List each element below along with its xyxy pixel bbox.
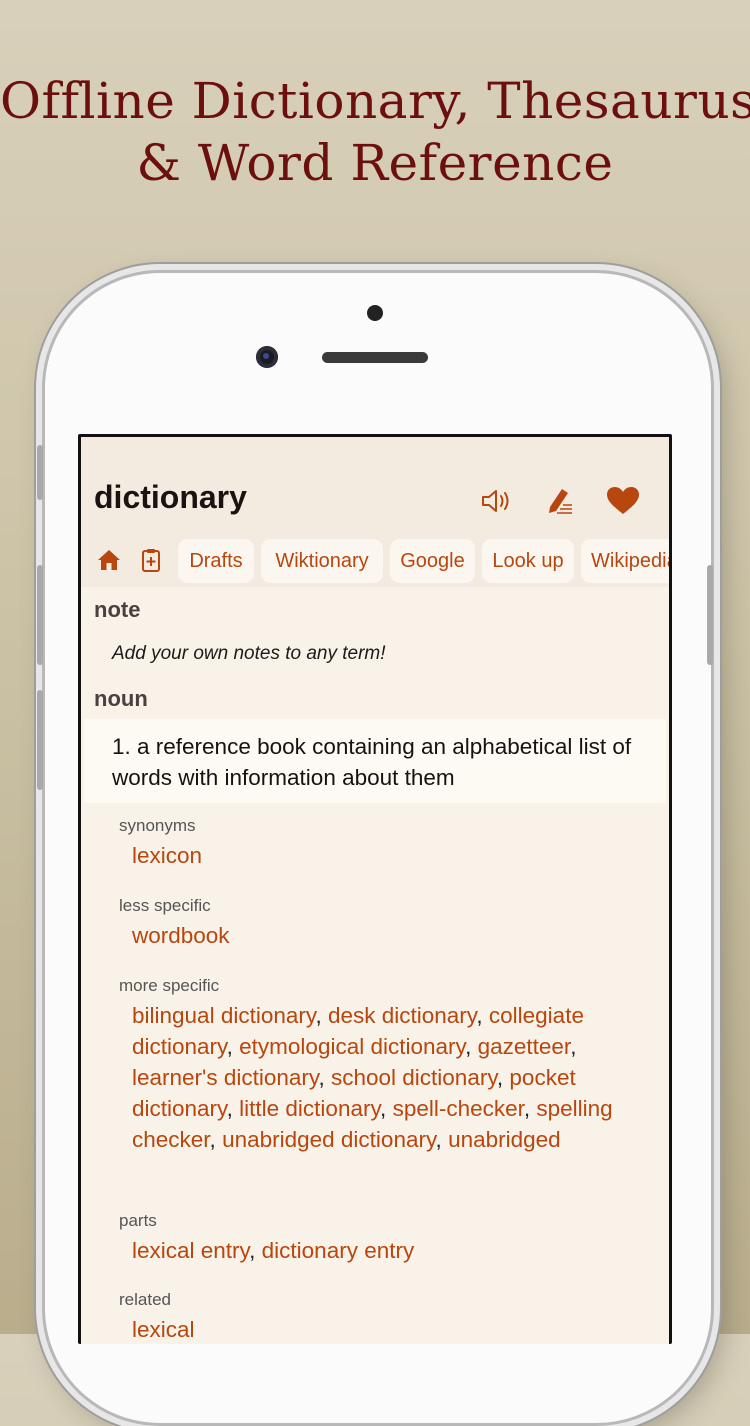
relation-label-parts: parts (119, 1211, 157, 1230)
front-camera (256, 346, 278, 368)
related-word[interactable]: school dictionary (331, 1065, 497, 1090)
home-icon[interactable] (96, 547, 122, 573)
headline-line-2: & Word Reference (136, 134, 614, 192)
proximity-sensor (367, 305, 383, 321)
related-word[interactable]: bilingual dictionary (132, 1003, 315, 1028)
relation-words-related: lexical (132, 1314, 632, 1344)
related-word[interactable]: unabridged dictionary (222, 1127, 435, 1152)
word-title: dictionary (94, 479, 247, 515)
related-word[interactable]: lexical entry (132, 1238, 249, 1263)
related-word[interactable]: lexical (132, 1317, 195, 1342)
relation-label-more-specific: more specific (119, 976, 220, 995)
related-word[interactable]: learner's dictionary (132, 1065, 318, 1090)
related-word[interactable]: gazetteer (478, 1034, 571, 1059)
related-word[interactable]: wordbook (132, 923, 230, 948)
app-view: dictionary Drafts Wiktionary Google Look… (81, 437, 669, 1344)
tab-wiktionary[interactable]: Wiktionary (261, 539, 383, 583)
related-word[interactable]: dictionary entry (262, 1238, 415, 1263)
earpiece-speaker (322, 352, 428, 363)
relation-words-synonyms: lexicon (132, 840, 632, 871)
related-word[interactable]: little dictionary (239, 1096, 380, 1121)
phone-volume-up (37, 565, 43, 665)
relation-words-more-specific: bilingual dictionary, desk dictionary, c… (132, 1003, 613, 1152)
relation-words-parts: lexical entry, dictionary entry (132, 1238, 415, 1263)
relation-label-related: related (119, 1290, 171, 1309)
phone-screen: dictionary Drafts Wiktionary Google Look… (78, 434, 672, 1344)
relation-label-synonyms: synonyms (119, 816, 196, 835)
tab-wikipedia[interactable]: Wikipedia (581, 539, 669, 583)
related-word[interactable]: lexicon (132, 843, 202, 868)
tab-google[interactable]: Google (390, 539, 475, 583)
relation-label-less-specific: less specific (119, 896, 211, 915)
note-heading: note (94, 597, 141, 622)
part-of-speech: noun (94, 686, 148, 711)
headline-line-1: Offline Dictionary, Thesaurus (0, 72, 750, 130)
edit-pencil-icon[interactable] (539, 481, 579, 521)
tab-drafts[interactable]: Drafts (178, 539, 254, 583)
relation-words-less-specific: wordbook (132, 920, 632, 951)
definition-box: 1. a reference book containing an alphab… (84, 719, 666, 803)
clipboard-add-icon[interactable] (138, 547, 164, 573)
note-text[interactable]: Add your own notes to any term! (112, 643, 386, 665)
related-word[interactable]: unabridged (448, 1127, 561, 1152)
definition-text: 1. a reference book containing an alphab… (112, 734, 632, 790)
heart-icon[interactable] (603, 481, 643, 521)
phone-power-button (707, 565, 713, 665)
headline: Offline Dictionary, Thesaurus & Word Ref… (0, 70, 750, 194)
source-tabs: Drafts Wiktionary Google Look up Wikiped… (81, 537, 669, 585)
phone-mute-switch (37, 445, 43, 500)
tab-look-up[interactable]: Look up (482, 539, 574, 583)
word-header: dictionary Drafts Wiktionary Google Look… (81, 437, 669, 587)
related-word[interactable]: spell-checker (393, 1096, 524, 1121)
speaker-icon[interactable] (477, 481, 517, 521)
phone-volume-down (37, 690, 43, 790)
related-word[interactable]: etymological dictionary (239, 1034, 465, 1059)
related-word[interactable]: desk dictionary (328, 1003, 476, 1028)
